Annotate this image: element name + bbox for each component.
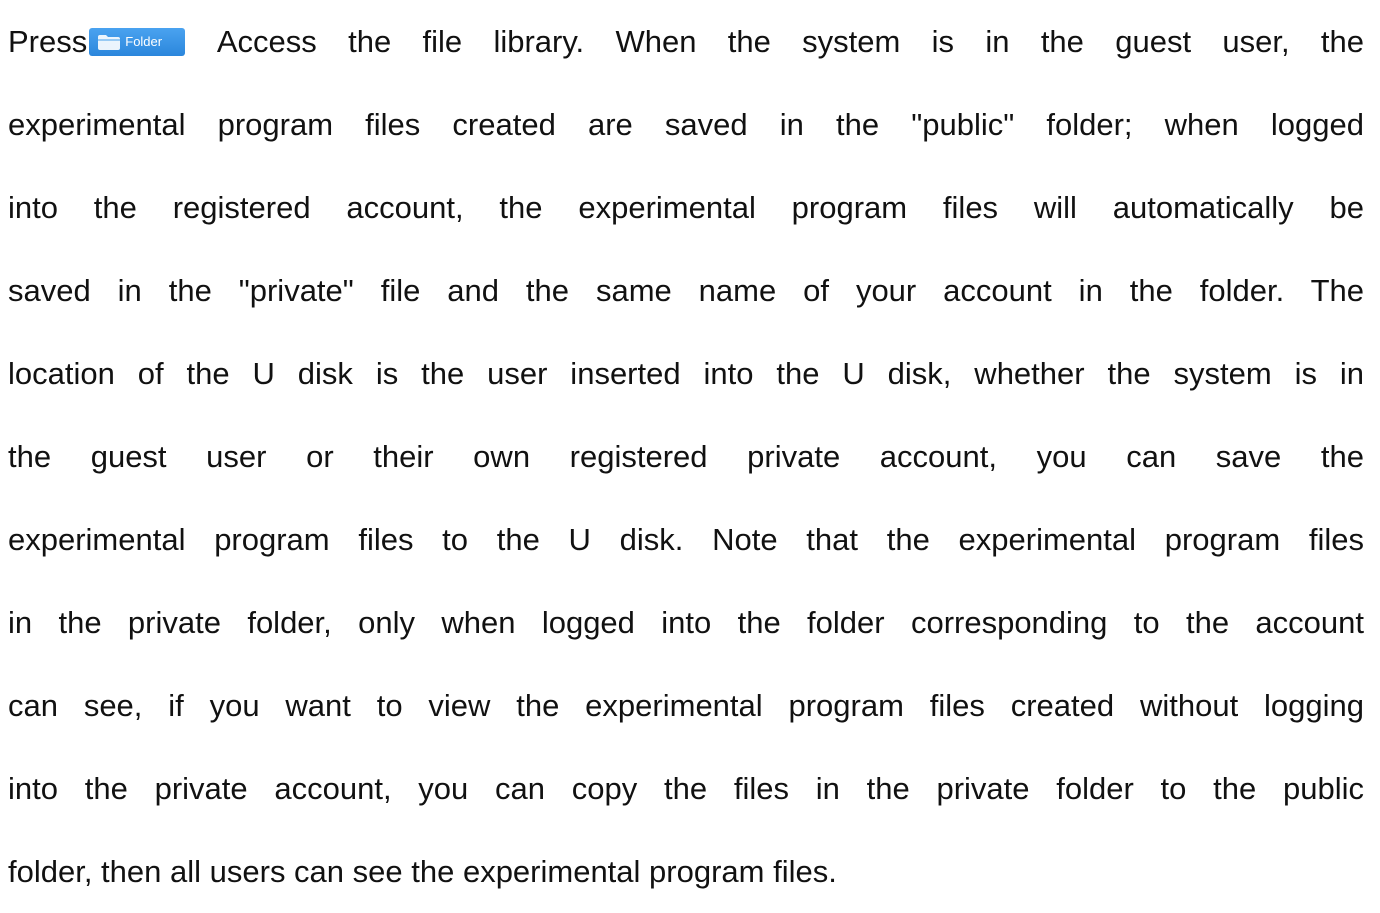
text-line: saved in the "private" file and the same… — [8, 273, 1364, 308]
text-segment: Press — [8, 24, 88, 59]
folder-button-label: Folder — [125, 34, 163, 49]
text-line: can see, if you want to view the experim… — [8, 688, 1364, 723]
text-line: folder, then all users can see the exper… — [8, 854, 837, 889]
text-line: the guest user or their own registered p… — [8, 439, 1364, 474]
text-line: in the private folder, only when logged … — [8, 605, 1364, 640]
text-segment: Access the file library. When the system… — [187, 24, 1364, 59]
folder-icon — [98, 35, 121, 50]
folder-button[interactable]: Folder — [89, 28, 186, 56]
text-line: location of the U disk is the user inser… — [8, 356, 1364, 391]
document-page: Press Folder Access the file library. Whe… — [0, 0, 1380, 889]
body-paragraph: Press Folder Access the file library. Whe… — [8, 0, 1364, 913]
text-line: experimental program files to the U disk… — [8, 522, 1364, 557]
text-line: experimental program files created are s… — [8, 107, 1364, 142]
text-line: Press Folder Access the file library. Whe… — [8, 0, 1364, 83]
text-line: into the registered account, the experim… — [8, 190, 1364, 225]
text-line: into the private account, you can copy t… — [8, 771, 1364, 806]
